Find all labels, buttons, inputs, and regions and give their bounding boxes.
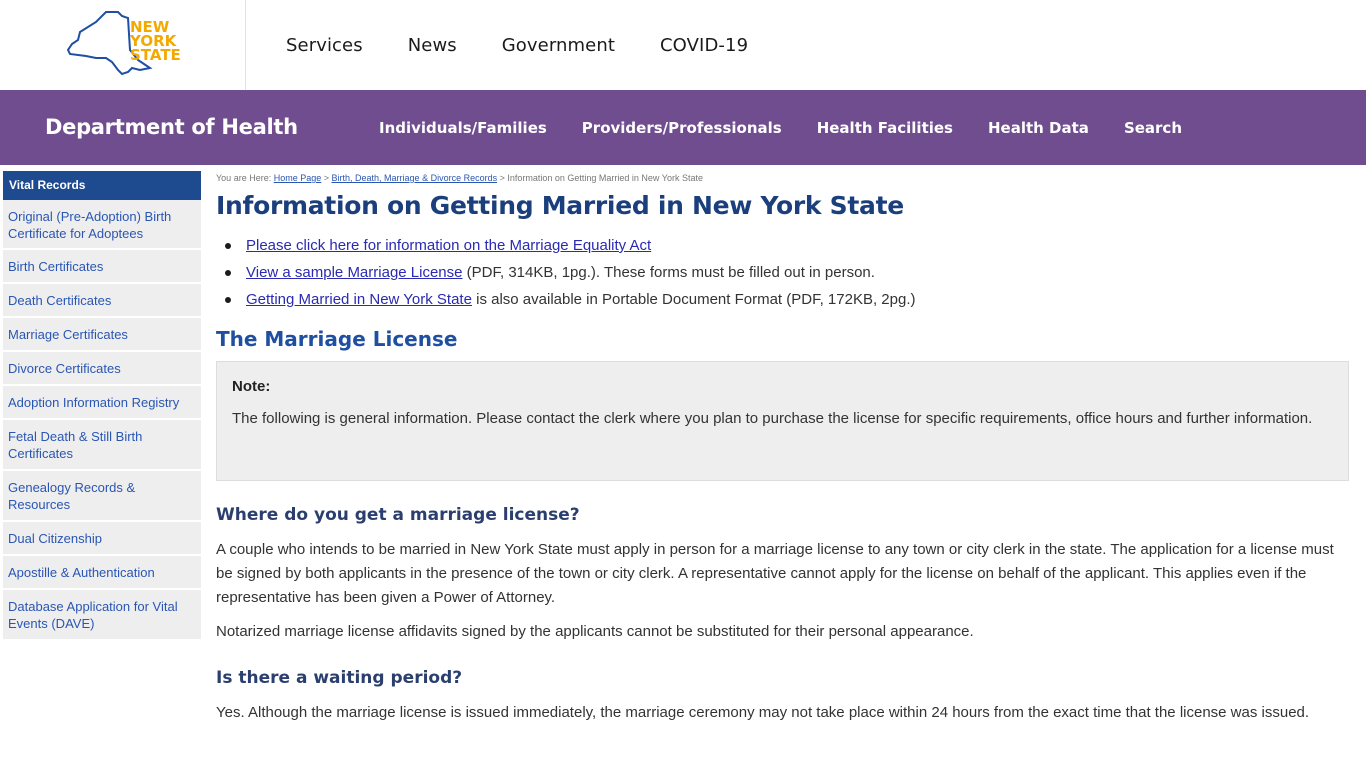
nav-news[interactable]: News: [408, 35, 457, 56]
section-heading: The Marriage License: [216, 327, 458, 351]
sidebar-item-apostille[interactable]: Apostille & Authentication: [3, 556, 201, 590]
breadcrumb-prefix: You are Here:: [216, 173, 272, 183]
list-item: Getting Married in New York State is als…: [225, 286, 1349, 313]
global-nav: Services News Government COVID-19: [286, 0, 793, 90]
agency-title-link[interactable]: Department of Health: [45, 90, 298, 165]
list-item: View a sample Marriage License (PDF, 314…: [225, 259, 1349, 286]
list-item: Please click here for information on the…: [225, 232, 1349, 259]
logo-text-state: STATE: [130, 46, 181, 64]
paragraph-waiting-1: Yes. Although the marriage license is is…: [216, 704, 1310, 721]
sidebar-item-adoption-registry[interactable]: Adoption Information Registry: [3, 386, 201, 420]
question-heading-waiting: Is there a waiting period?: [216, 668, 463, 688]
sidebar-item-birth[interactable]: Birth Certificates: [3, 250, 201, 284]
question-heading-where: Where do you get a marriage license?: [216, 505, 580, 525]
breadcrumb-section[interactable]: Birth, Death, Marriage & Divorce Records: [332, 173, 498, 183]
sidebar: Vital Records Original (Pre-Adoption) Bi…: [3, 171, 201, 641]
breadcrumb-home[interactable]: Home Page: [274, 173, 322, 183]
sidebar-item-genealogy[interactable]: Genealogy Records & Resources: [3, 471, 201, 522]
nav-services[interactable]: Services: [286, 35, 363, 56]
page-title: Information on Getting Married in New Yo…: [216, 191, 904, 220]
sample-license-link[interactable]: View a sample Marriage License: [246, 264, 463, 281]
paragraph-where-1: A couple who intends to be married in Ne…: [216, 541, 1334, 606]
agency-nav: Individuals/Families Providers/Professio…: [379, 90, 1217, 165]
note-label: Note:: [232, 378, 271, 395]
sidebar-item-marriage[interactable]: Marriage Certificates: [3, 318, 201, 352]
breadcrumb-current: Information on Getting Married in New Yo…: [507, 173, 703, 183]
sidebar-item-pre-adoption[interactable]: Original (Pre-Adoption) Birth Certificat…: [3, 200, 201, 250]
global-header: NEW YORK STATE Services News Government …: [0, 0, 1366, 90]
agency-nav-search[interactable]: Search: [1124, 119, 1182, 137]
marriage-equality-link[interactable]: Please click here for information on the…: [246, 237, 651, 254]
agency-nav-providers[interactable]: Providers/Professionals: [582, 119, 782, 137]
sidebar-heading[interactable]: Vital Records: [3, 171, 201, 200]
nav-government[interactable]: Government: [502, 35, 615, 56]
sidebar-item-dave[interactable]: Database Application for Vital Events (D…: [3, 590, 201, 641]
sidebar-item-fetal-death[interactable]: Fetal Death & Still Birth Certificates: [3, 420, 201, 471]
agency-bar: Department of Health Individuals/Familie…: [0, 90, 1366, 165]
main-content: You are Here: Home Page > Birth, Death, …: [216, 171, 1349, 725]
breadcrumb: You are Here: Home Page > Birth, Death, …: [216, 173, 703, 183]
link-desc: (PDF, 314KB, 1pg.). These forms must be …: [462, 264, 875, 281]
sidebar-item-dual-citizenship[interactable]: Dual Citizenship: [3, 522, 201, 556]
agency-nav-facilities[interactable]: Health Facilities: [817, 119, 953, 137]
nys-logo-icon: NEW YORK STATE: [66, 11, 181, 76]
sidebar-item-death[interactable]: Death Certificates: [3, 284, 201, 318]
nav-covid-19[interactable]: COVID-19: [660, 35, 748, 56]
agency-nav-health-data[interactable]: Health Data: [988, 119, 1089, 137]
link-desc: is also available in Portable Document F…: [471, 291, 916, 308]
getting-married-pdf-link[interactable]: Getting Married in New York State: [246, 291, 472, 308]
agency-nav-individuals[interactable]: Individuals/Families: [379, 119, 547, 137]
sidebar-item-divorce[interactable]: Divorce Certificates: [3, 352, 201, 386]
note-text: The following is general information. Pl…: [232, 410, 1313, 427]
resource-links: Please click here for information on the…: [225, 232, 1349, 313]
note-box: Note: The following is general informati…: [216, 361, 1349, 481]
paragraph-where-2: Notarized marriage license affidavits si…: [216, 623, 974, 640]
nys-logo-link[interactable]: NEW YORK STATE: [0, 0, 246, 90]
